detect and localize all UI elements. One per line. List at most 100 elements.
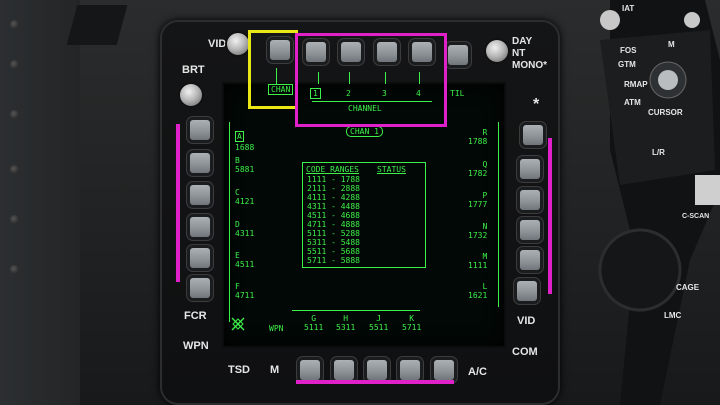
- code-letter: K: [409, 314, 415, 323]
- bottom-button-b2[interactable]: [300, 360, 320, 380]
- left-button-l5[interactable]: [190, 248, 210, 268]
- left-button-l4[interactable]: [190, 217, 210, 237]
- cage-label: CAGE: [676, 283, 700, 292]
- bottom-code-k[interactable]: K 5711: [402, 314, 421, 332]
- panel-bracket: [66, 5, 128, 45]
- right-code-l[interactable]: L 1621: [468, 282, 487, 300]
- brt-label: BRT: [182, 64, 205, 76]
- channel-highlight-box: [295, 33, 447, 127]
- code-range-row: 4711 - 4888: [307, 220, 360, 229]
- left-code-f[interactable]: F 4711: [235, 282, 254, 300]
- code-range-row: 2111 - 2888: [307, 184, 360, 193]
- page-title: CHAN 1: [346, 126, 383, 137]
- cursor-label: CURSOR: [648, 108, 683, 117]
- bottom-code-g[interactable]: G 5111: [304, 314, 323, 332]
- chan-highlight-box: [248, 30, 298, 109]
- left-button-l2[interactable]: [190, 153, 210, 173]
- right-button-r1[interactable]: [523, 125, 543, 145]
- grip-shape: [598, 0, 720, 405]
- screw-icon: [10, 215, 19, 224]
- bottom-highlight-bar: [296, 380, 454, 384]
- status-header: STATUS: [377, 165, 406, 174]
- bottom-button-b3[interactable]: [334, 360, 354, 380]
- m-label: M: [270, 364, 280, 376]
- ac-label: A/C: [468, 366, 487, 378]
- right-code-r[interactable]: R 1788: [468, 128, 487, 146]
- left-code-b[interactable]: B 5881: [235, 156, 254, 174]
- iat-label: IAT: [622, 4, 635, 13]
- gtm-label: GTM: [618, 60, 636, 69]
- left-code-c[interactable]: C 4121: [235, 188, 254, 206]
- code-letter: L: [482, 282, 488, 291]
- tsd-label: TSD: [228, 364, 250, 376]
- screw-icon: [10, 20, 19, 29]
- right-button-r2[interactable]: [520, 159, 540, 179]
- code-letter: A: [235, 131, 244, 142]
- code-letter: C: [235, 188, 240, 197]
- right-highlight-bar: [548, 138, 552, 294]
- code-value: 1782: [468, 169, 488, 178]
- left-console-panel: [0, 0, 128, 405]
- code-letter: R: [482, 128, 488, 137]
- code-value: 1788: [468, 137, 488, 146]
- top-button-util[interactable]: [448, 45, 468, 65]
- code-letter: D: [235, 220, 240, 229]
- right-code-m[interactable]: M 1111: [468, 252, 487, 270]
- bottom-button-b4[interactable]: [367, 360, 387, 380]
- grip-m-label: M: [668, 40, 675, 49]
- right-button-r4[interactable]: [520, 220, 540, 240]
- wpn-label: WPN: [183, 340, 209, 352]
- code-value: 5111: [304, 323, 324, 332]
- code-letter: J: [376, 314, 382, 323]
- rmap-label: RMAP: [624, 80, 648, 89]
- star-label: *: [533, 96, 540, 113]
- right-code-n[interactable]: N 1732: [468, 222, 487, 240]
- left-code-a[interactable]: A 1688: [235, 124, 254, 152]
- lmc-label: LMC: [664, 311, 682, 320]
- code-value: 5311: [336, 323, 356, 332]
- code-letter: H: [343, 314, 349, 323]
- right-button-r3[interactable]: [520, 190, 540, 210]
- left-code-e[interactable]: E 4511: [235, 251, 254, 269]
- util-label[interactable]: TIL: [450, 89, 464, 98]
- code-ranges-table: CODE RANGES STATUS 1111 - 1788 2111 - 28…: [302, 162, 426, 268]
- bottom-button-b6[interactable]: [434, 360, 454, 380]
- left-button-l6[interactable]: [190, 278, 210, 298]
- code-range-row: 4111 - 4288: [307, 193, 360, 202]
- right-button-r6[interactable]: [517, 281, 537, 301]
- code-range-row: 4311 - 4488: [307, 202, 360, 211]
- code-range-row: 5111 - 5288: [307, 229, 360, 238]
- code-value: 5711: [402, 323, 422, 332]
- code-range-row: 5311 - 5488: [307, 238, 360, 247]
- brt-knob[interactable]: [180, 84, 202, 106]
- bottom-code-j[interactable]: J 5511: [369, 314, 388, 332]
- code-range-row: 5711 - 5888: [307, 256, 360, 265]
- left-code-d[interactable]: D 4311: [235, 220, 254, 238]
- code-value: 4121: [235, 197, 255, 206]
- code-letter: E: [235, 251, 240, 260]
- fcr-label: FCR: [184, 310, 207, 322]
- code-value: 1111: [468, 261, 488, 270]
- left-button-l1[interactable]: [190, 120, 210, 140]
- right-code-q[interactable]: Q 1782: [468, 160, 487, 178]
- screw-icon: [10, 110, 19, 119]
- screw-icon: [10, 165, 19, 174]
- bottom-wpn-label[interactable]: WPN: [269, 324, 283, 333]
- code-value: 1621: [468, 291, 488, 300]
- mono-label: MONO*: [512, 60, 547, 71]
- vid-brightness-knob[interactable]: [227, 33, 249, 55]
- code-range-list: 1111 - 1788 2111 - 2888 4111 - 4288 4311…: [307, 175, 360, 265]
- atm-label: ATM: [624, 98, 641, 107]
- mode-knob[interactable]: [486, 40, 508, 62]
- code-letter: B: [235, 156, 240, 165]
- right-code-p[interactable]: P 1777: [468, 191, 487, 209]
- left-button-l3[interactable]: [190, 185, 210, 205]
- crosshair-icon: [231, 317, 245, 331]
- bottom-code-h[interactable]: H 5311: [336, 314, 355, 332]
- cscan-label: C-SCAN: [682, 213, 710, 220]
- right-bracket: [498, 122, 499, 307]
- code-value: 4511: [235, 260, 255, 269]
- code-letter: F: [235, 282, 240, 291]
- bottom-button-b5[interactable]: [400, 360, 420, 380]
- right-button-r5[interactable]: [520, 250, 540, 270]
